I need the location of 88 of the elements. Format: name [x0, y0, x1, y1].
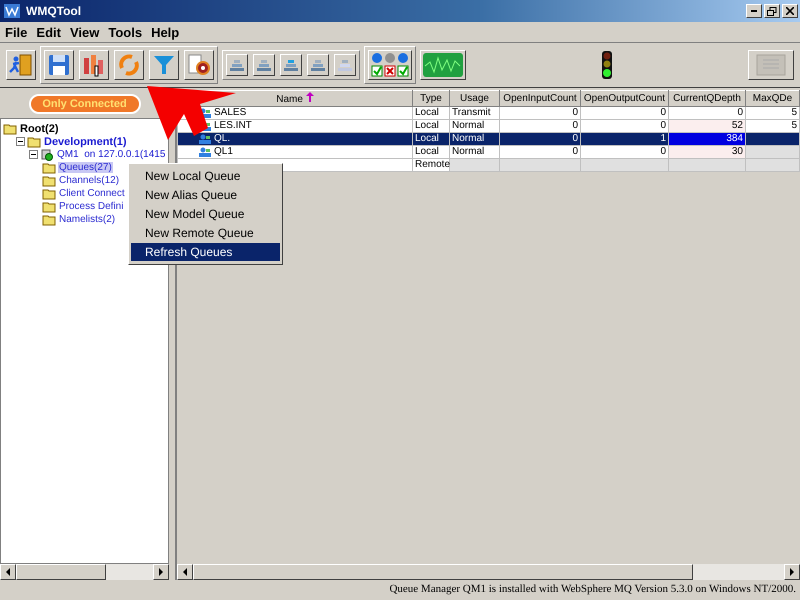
table-cell[interactable]: QL.: [214, 133, 230, 145]
status-text: Queue Manager QM1 is installed with WebSphere MQ Version 5.3.0 on Windows NT/2000.: [389, 583, 796, 595]
folder-icon: [3, 122, 17, 134]
table-cell: Local: [415, 107, 439, 118]
collapse-icon[interactable]: [16, 137, 25, 146]
left-arrow-icon[interactable]: [5, 568, 11, 576]
menu-item[interactable]: New Model Queue: [131, 205, 280, 223]
menu-item[interactable]: Refresh Queues: [131, 243, 280, 261]
table-cell: Normal: [452, 146, 484, 157]
restore-button[interactable]: [764, 4, 780, 18]
table-cell: Transmit: [452, 107, 491, 118]
table-cell: Remote: [415, 159, 450, 170]
folder-icon: [42, 162, 56, 174]
tree-item[interactable]: Process Defini: [58, 201, 124, 212]
horizontal-scrollbar[interactable]: [0, 564, 169, 580]
tree-item[interactable]: Channels(12): [58, 175, 120, 186]
right-arrow-icon[interactable]: [789, 568, 795, 576]
table-cell: Local: [415, 133, 439, 144]
folder-icon: [42, 214, 56, 226]
status-lights-icon[interactable]: [368, 50, 412, 80]
table-cell: 1: [660, 133, 666, 144]
bar-chart-icon[interactable]: [79, 50, 109, 80]
folder-icon: [42, 188, 56, 200]
menu-item[interactable]: View: [66, 24, 106, 40]
table-cell[interactable]: QL1: [214, 146, 233, 158]
table-cell[interactable]: LES.INT: [214, 120, 252, 132]
minimize-icon: [751, 10, 757, 12]
tree-item[interactable]: QM1 on 127.0.0.1(1415: [56, 149, 166, 160]
table-cell: 5: [791, 107, 797, 118]
stack-icon[interactable]: [226, 54, 248, 76]
gear-document-icon[interactable]: [184, 50, 214, 80]
menu-item[interactable]: New Remote Queue: [131, 224, 280, 242]
document-icon[interactable]: [748, 50, 794, 80]
table-cell: 0: [572, 107, 578, 118]
table-cell: 0: [660, 146, 666, 157]
close-icon: [786, 7, 794, 15]
table-cell: 0: [572, 120, 578, 131]
menu-item[interactable]: New Alias Queue: [131, 186, 280, 204]
menu-item[interactable]: Tools: [105, 24, 148, 40]
app-logo-icon: [4, 4, 20, 18]
table-cell: Local: [415, 146, 439, 157]
column-header[interactable]: Name: [276, 94, 303, 105]
exit-door-icon[interactable]: [6, 50, 36, 80]
sort-arrow-icon: [306, 92, 314, 102]
collapse-icon[interactable]: [29, 150, 38, 159]
stack-icon[interactable]: [307, 54, 329, 76]
table-cell: 52: [732, 120, 743, 131]
table-cell: 5: [791, 120, 797, 131]
table-cell: 30: [732, 146, 743, 157]
queue-icon: [198, 134, 212, 144]
menu-item[interactable]: File: [2, 24, 34, 40]
stack-icon[interactable]: [280, 54, 302, 76]
table-cell: 0: [737, 107, 743, 118]
tree-item[interactable]: Client Connect: [58, 188, 126, 199]
horizontal-scrollbar[interactable]: [177, 564, 800, 580]
tree-item[interactable]: Namelists(2): [58, 214, 116, 225]
menu-item[interactable]: Edit: [33, 24, 67, 40]
restore-icon: [767, 6, 777, 16]
queue-manager-icon: [40, 148, 54, 161]
window-title: WMQTool: [26, 4, 82, 18]
table-cell: Local: [415, 120, 439, 131]
left-arrow-icon[interactable]: [182, 568, 188, 576]
tree-item[interactable]: Root(2): [19, 122, 60, 134]
stack-icon[interactable]: [334, 54, 356, 76]
table-cell: Normal: [452, 133, 484, 144]
folder-icon: [27, 136, 41, 148]
table-cell: Normal: [452, 120, 484, 131]
save-icon[interactable]: [44, 50, 74, 80]
table-cell: 384: [726, 133, 743, 144]
table-cell: 0: [660, 120, 666, 131]
stack-icon[interactable]: [253, 54, 275, 76]
tree-item[interactable]: Queues(27): [58, 162, 113, 173]
monitor-graph-icon[interactable]: [420, 50, 466, 80]
menu-item[interactable]: New Local Queue: [131, 167, 280, 185]
refresh-icon[interactable]: [114, 50, 144, 80]
queue-icon: [198, 146, 212, 158]
minimize-button[interactable]: [746, 4, 762, 18]
table-cell: 0: [572, 146, 578, 157]
folder-icon: [42, 200, 56, 212]
table-cell[interactable]: SALES: [214, 107, 246, 119]
tree-item[interactable]: Development(1): [43, 136, 128, 148]
table-cell: 0: [660, 107, 666, 118]
table-cell: 0: [572, 133, 578, 144]
close-button[interactable]: [782, 4, 798, 18]
folder-icon: [42, 174, 56, 186]
menu-item[interactable]: Help: [148, 24, 186, 40]
funnel-icon[interactable]: [149, 50, 179, 80]
right-arrow-icon[interactable]: [158, 568, 164, 576]
